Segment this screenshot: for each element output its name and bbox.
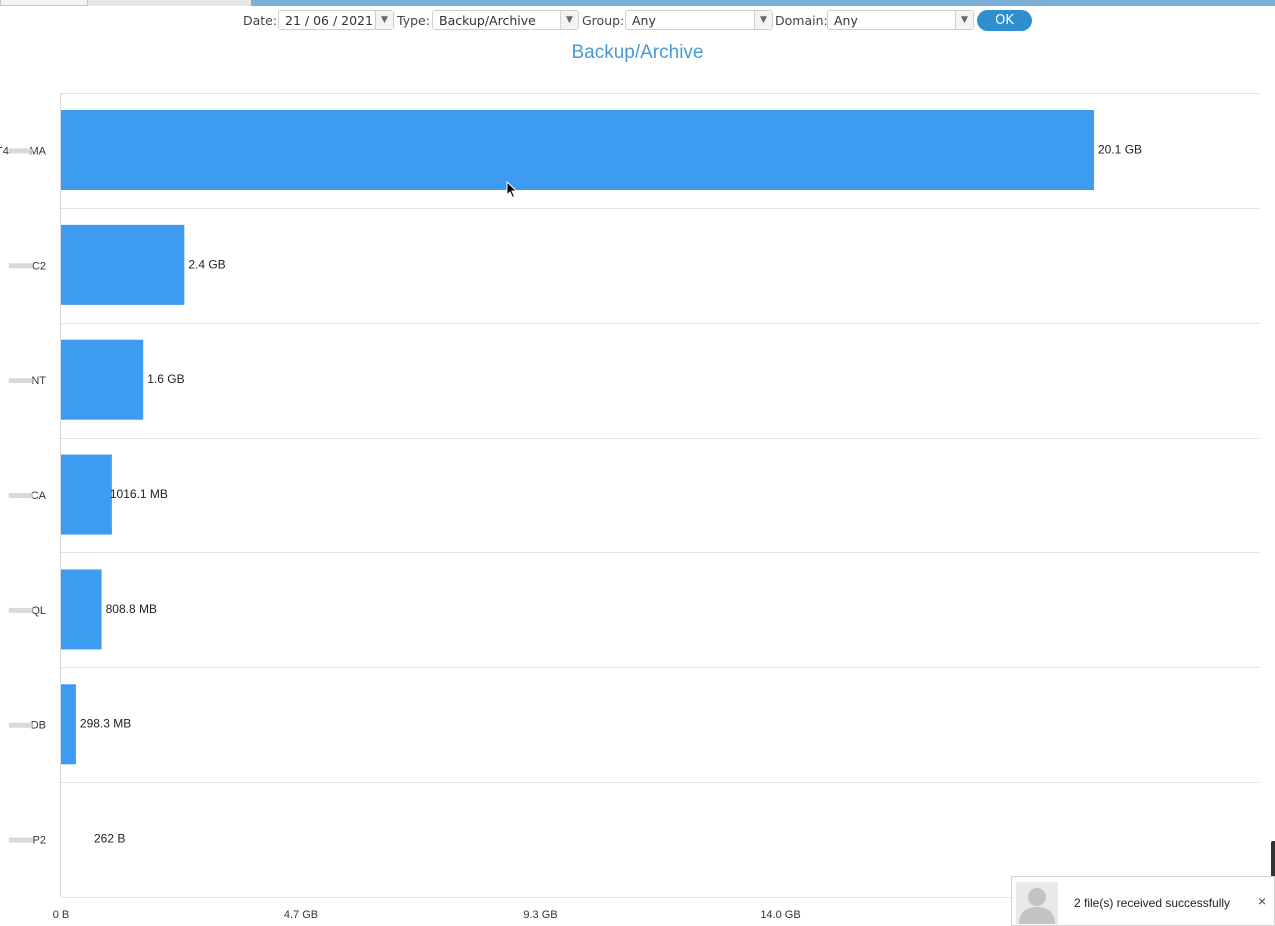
mouse-cursor-icon — [506, 181, 518, 199]
redacted-label-part — [8, 148, 33, 154]
y-tick-label: NT — [31, 375, 46, 387]
x-tick-label: 0 B — [53, 909, 70, 921]
bar-value-label: 298.3 MB — [80, 717, 131, 731]
x-tick-label: 14.0 GB — [760, 909, 800, 921]
x-tick-label: 4.7 GB — [284, 909, 318, 921]
bar-value-label: 1.6 GB — [147, 372, 184, 386]
bar-value-label: 2.4 GB — [188, 257, 225, 271]
redacted-label-part — [8, 607, 33, 613]
bar — [61, 339, 144, 420]
redacted-label-part — [8, 493, 33, 498]
bar — [61, 684, 76, 765]
user-avatar-icon — [1016, 882, 1058, 924]
bar-value-label: 1016.1 MB — [110, 487, 168, 501]
redacted-label-part — [8, 722, 33, 728]
bar — [61, 569, 102, 650]
bar-value-label: 20.1 GB — [1098, 142, 1142, 156]
bar — [61, 110, 1095, 190]
scrollbar-handle[interactable] — [1271, 841, 1275, 877]
y-tick-label: DB — [31, 720, 46, 732]
y-tick-label: QL — [31, 605, 46, 617]
notification-toast: 2 file(s) received successfully × — [1011, 876, 1275, 926]
bar-value-label: 808.8 MB — [106, 602, 157, 616]
x-tick-label: 9.3 GB — [523, 909, 557, 921]
y-tick-label: CA — [31, 490, 47, 502]
y-tick-label: T4 — [0, 145, 9, 157]
notification-message: 2 file(s) received successfully — [1074, 896, 1231, 910]
close-icon[interactable]: × — [1258, 893, 1266, 909]
bar — [61, 454, 112, 535]
bar — [61, 224, 185, 305]
redacted-label-part — [8, 837, 33, 843]
redacted-label-part — [8, 378, 33, 384]
bar-value-label: 262 B — [94, 832, 125, 846]
redacted-label-part — [8, 263, 33, 269]
y-tick-label: C2 — [32, 260, 46, 272]
bar-chart: MAT420.1 GBC22.4 GBNT1.6 GBCA1016.1 MBQL… — [0, 93, 1260, 921]
y-tick-label: P2 — [33, 835, 46, 847]
